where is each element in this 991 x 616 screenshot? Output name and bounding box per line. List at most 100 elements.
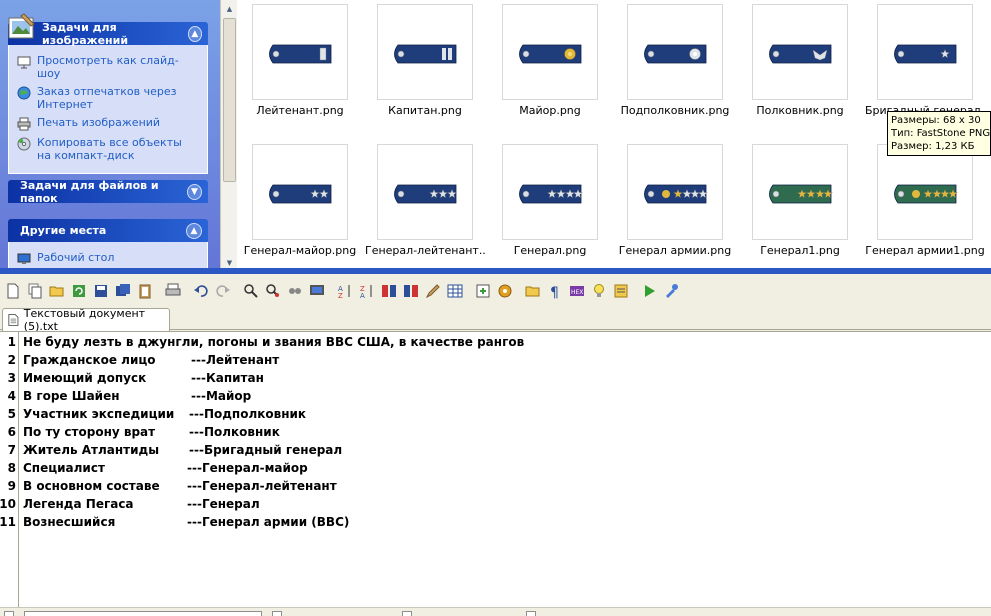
thumbnail-item[interactable]: Генерал-майор.png (240, 140, 365, 270)
thumbnail-item[interactable]: Генерал.png (490, 140, 615, 270)
save-all-button[interactable] (112, 280, 134, 302)
thumbnail-frame (627, 144, 723, 240)
status-checkbox[interactable] (4, 611, 14, 616)
line-rank: ---Подполковник (189, 407, 307, 421)
scroll-up-icon[interactable]: ▲ (223, 2, 236, 16)
other-places-header[interactable]: Другие места ▲ (8, 219, 208, 242)
group-title: Другие места (20, 224, 107, 237)
line-text: Имеющий допуск (23, 371, 147, 385)
text-editor-area[interactable]: 1 2 3 4 5 6 7 8 9 10 11 Не буду лезть в джунгли, п… (0, 331, 991, 608)
line-number: 7 (7, 443, 16, 457)
thumbnail-item[interactable]: Генерал1.png (740, 140, 865, 270)
save-button[interactable] (90, 280, 112, 302)
sort-ascending-button[interactable]: AZ (334, 280, 356, 302)
tools-button[interactable] (660, 280, 682, 302)
folder-button[interactable] (522, 280, 544, 302)
line-rank: ---Генерал армии (ВВС) (187, 515, 350, 529)
file-info-tooltip: Размеры: 68 x 30 Тип: FastStone PNG Разм… (887, 111, 991, 156)
edit-button[interactable] (422, 280, 444, 302)
thumbnail-item[interactable]: Майор.png (490, 0, 615, 130)
line-text: Не буду лезть в джунгли, погоны и звания… (23, 335, 525, 349)
epaulet-icon (394, 44, 457, 64)
thumbnail-frame (502, 144, 598, 240)
task-slideshow[interactable]: Просмотреть как слайд-шоу (17, 54, 199, 80)
new-document-icon (7, 283, 19, 299)
sort-ascending-icon: AZ (338, 285, 350, 299)
document-tab[interactable]: Текстовый документ (5).txt (2, 307, 170, 333)
view-button[interactable] (284, 280, 306, 302)
expand-chevron-icon[interactable]: ▼ (187, 183, 202, 200)
settings-gear-button[interactable] (494, 280, 516, 302)
lightbulb-button[interactable] (588, 280, 610, 302)
status-field[interactable] (24, 611, 262, 616)
find-replace-button[interactable] (262, 280, 284, 302)
task-pane-scrollbar[interactable]: ▲ ▼ (220, 0, 237, 272)
line-rank: ---Бригадный генерал (189, 443, 343, 457)
new-document-button[interactable] (2, 280, 24, 302)
open-folder-button[interactable] (46, 280, 68, 302)
thumbnail-item[interactable]: Генерал армии.png (615, 140, 740, 270)
epaulet-icon (894, 44, 957, 64)
thumbnail-item[interactable]: Полковник.png (740, 0, 865, 130)
status-checkbox[interactable] (402, 611, 412, 616)
thumbnail-filename: Майор.png (519, 104, 581, 117)
pilcrow-button[interactable]: ¶ (544, 280, 566, 302)
sort-descending-button[interactable]: ZA (356, 280, 378, 302)
svg-text:Z: Z (338, 292, 343, 299)
line-text: Специалист (23, 461, 105, 475)
thumbnail-frame (627, 4, 723, 100)
thumbnail-item[interactable]: Генерал армии1.png (865, 140, 990, 270)
thumbnail-item[interactable]: Лейтенант.png (240, 0, 365, 130)
thumbnail-filename: Генерал.png (513, 244, 587, 257)
image-tasks-header[interactable]: Задачи для изображений ▲ (8, 21, 208, 47)
thumbnail-frame (877, 144, 973, 240)
thumbnail-item[interactable]: Подполковник.png (615, 0, 740, 130)
line-rank: ---Лейтенант (191, 353, 280, 367)
line-text: Легенда Пегаса (23, 497, 134, 511)
task-print[interactable]: Печать изображений (17, 116, 199, 131)
collapse-chevron-icon[interactable]: ▲ (187, 25, 202, 42)
tile-vertical-button[interactable] (400, 280, 422, 302)
tile-horizontal-button[interactable] (378, 280, 400, 302)
line-number: 6 (7, 425, 16, 439)
thumbnail-item[interactable]: Генерал-лейтенант.... (365, 140, 490, 270)
task-order-prints[interactable]: Заказ отпечатков через Интернет (17, 85, 199, 111)
monitor-button[interactable] (306, 280, 328, 302)
tile-horizontal-icon (382, 285, 396, 297)
grid-icon (447, 284, 463, 298)
task-copy-to-cd[interactable]: Копировать все объекты на компакт-диск (17, 136, 199, 162)
undo-button[interactable] (190, 280, 212, 302)
find-icon (244, 284, 258, 298)
scroll-thumb[interactable] (223, 18, 236, 182)
print-button[interactable] (162, 280, 184, 302)
place-desktop[interactable]: Рабочий стол (17, 251, 199, 266)
clipboard-button[interactable] (134, 280, 156, 302)
thumbnail-grid: Лейтенант.png Капитан.png Майор.png Подполк… (240, 0, 991, 272)
copy-button[interactable] (24, 280, 46, 302)
screen: Задачи для изображений ▲ Просмотреть как… (0, 0, 991, 616)
line-number: 10 (0, 497, 16, 511)
file-tasks-header[interactable]: Задачи для файлов и папок ▼ (8, 179, 208, 205)
thumbnail-item[interactable]: Капитан.png (365, 0, 490, 130)
status-checkbox[interactable] (272, 611, 282, 616)
run-button[interactable] (638, 280, 660, 302)
notes-button[interactable] (610, 280, 632, 302)
find-button[interactable] (240, 280, 262, 302)
status-checkbox[interactable] (526, 611, 536, 616)
text-editor-window: A Z Z A ¶ HEX Текстовый документ (5).txt 1234… (0, 274, 991, 616)
line-rank: ---Генерал-лейтенант (187, 479, 337, 493)
epaulet-icon (644, 44, 707, 64)
redo-button[interactable] (212, 280, 234, 302)
line-text: Житель Атлантиды (23, 443, 160, 457)
grid-button[interactable] (444, 280, 466, 302)
insert-button[interactable] (472, 280, 494, 302)
hex-button[interactable]: HEX (566, 280, 588, 302)
line-text: В основном составе (23, 479, 160, 493)
svg-text:A: A (360, 292, 365, 299)
monitor-icon (310, 285, 324, 295)
collapse-chevron-icon[interactable]: ▲ (186, 222, 202, 239)
slideshow-icon (17, 56, 31, 69)
tooltip-type: Тип: FastStone PNG (891, 128, 991, 139)
refresh-button[interactable] (68, 280, 90, 302)
folder-icon (525, 286, 540, 297)
